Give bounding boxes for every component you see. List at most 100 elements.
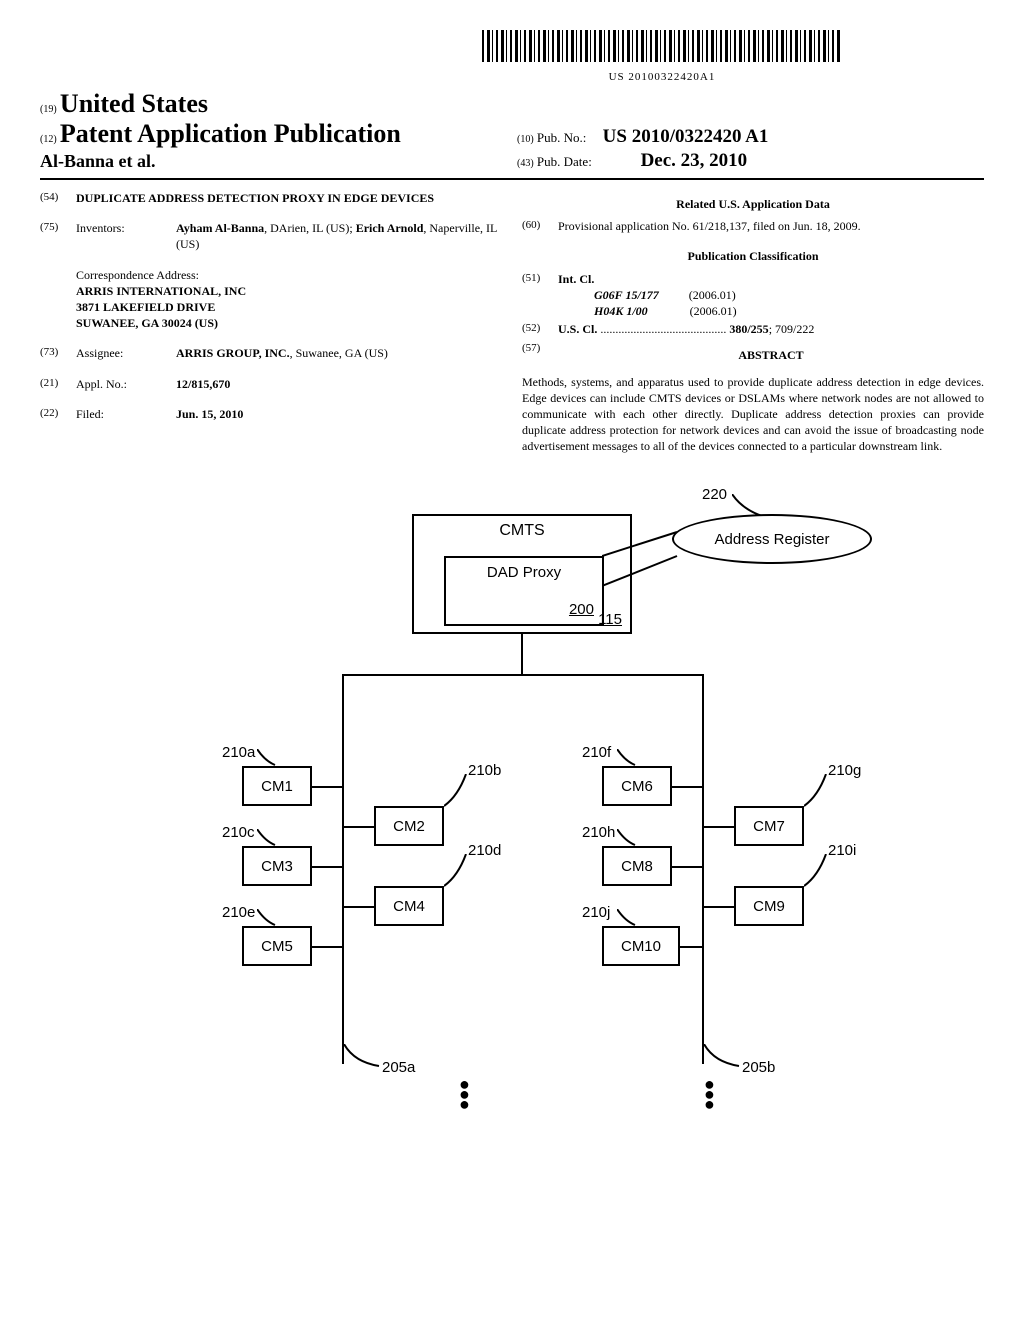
abstract-label: ABSTRACT (558, 347, 984, 363)
cm-box: CM10 (602, 926, 680, 966)
leader-line-icon (617, 909, 637, 927)
inventors-label: Inventors: (76, 220, 176, 252)
connector-line-icon (680, 946, 702, 948)
dad-label: DAD Proxy (452, 564, 596, 581)
inventors-value: Ayham Al-Banna, DArien, IL (US); Erich A… (176, 220, 502, 252)
cm-box: CM2 (374, 806, 444, 846)
filed-value: Jun. 15, 2010 (176, 407, 243, 421)
appl-label: Appl. No.: (76, 376, 176, 392)
title-code: (54) (40, 190, 76, 206)
appl-code: (21) (40, 376, 76, 392)
country-code: (19) (40, 104, 57, 115)
address-register-oval: Address Register (672, 514, 872, 564)
related-heading: Related U.S. Application Data (522, 196, 984, 212)
connector-line-icon (312, 786, 342, 788)
connector-line-icon (312, 866, 342, 868)
uscl-code: (52) (522, 321, 558, 337)
leader-line-icon (257, 829, 277, 847)
country-name: United States (60, 89, 208, 118)
connector-line-icon (602, 526, 682, 596)
connector-line-icon (521, 634, 523, 674)
leader-line-icon (344, 1044, 384, 1074)
dad-proxy-box: DAD Proxy 200 (444, 556, 604, 626)
intcl-code: (51) (522, 271, 558, 320)
cm-box: CM8 (602, 846, 672, 886)
cm-ref: 210a (222, 744, 255, 761)
cm-ref: 210i (828, 842, 856, 859)
leader-line-icon (444, 854, 468, 888)
leader-line-icon (617, 829, 637, 847)
patent-figure: 220 CMTS DAD Proxy 200 115 Address Regis… (152, 484, 872, 1124)
cm-box: CM9 (734, 886, 804, 926)
cmts-box: CMTS DAD Proxy 200 115 (412, 514, 632, 634)
leader-line-icon (257, 749, 277, 767)
biblio-left-col: (54) DUPLICATE ADDRESS DETECTION PROXY I… (40, 190, 502, 454)
cm-ref: 210h (582, 824, 615, 841)
leader-line-icon (617, 749, 637, 767)
intcl-2-ver: (2006.01) (690, 304, 737, 318)
filed-label: Filed: (76, 406, 176, 422)
connector-line-icon (704, 826, 734, 828)
cm-ref: 210b (468, 762, 501, 779)
cm-box: CM4 (374, 886, 444, 926)
bus-a-ref: 205a (382, 1059, 415, 1076)
authors: Al-Banna et al. (40, 151, 507, 172)
pub-date-code: (43) (517, 158, 534, 169)
patent-header: (19) United States (12) Patent Applicati… (40, 89, 984, 180)
leader-line-icon (804, 854, 828, 888)
connector-line-icon (672, 786, 702, 788)
appl-value: 12/815,670 (176, 377, 230, 391)
intcl-1-sym: G06F 15/177 (594, 288, 659, 302)
cm-ref: 210e (222, 904, 255, 921)
uscl-row: U.S. Cl. ...............................… (558, 321, 984, 337)
connector-line-icon (704, 906, 734, 908)
barcode-graphic (482, 30, 842, 62)
leader-line-icon (257, 909, 277, 927)
leader-line-icon (704, 1044, 744, 1074)
biblio-right-col: Related U.S. Application Data (60) Provi… (522, 190, 984, 454)
pub-type: Patent Application Publication (60, 119, 401, 148)
cm-box: CM5 (242, 926, 312, 966)
connector-line-icon (344, 906, 374, 908)
pub-no: US 2010/0322420 A1 (603, 126, 769, 147)
provisional-text: Provisional application No. 61/218,137, … (558, 218, 984, 234)
connector-line-icon (344, 826, 374, 828)
cm-box: CM6 (602, 766, 672, 806)
abstract-text: Methods, systems, and apparatus used to … (522, 374, 984, 455)
invention-title: DUPLICATE ADDRESS DETECTION PROXY IN EDG… (76, 190, 502, 206)
connector-line-icon (312, 946, 342, 948)
assignee-label: Assignee: (76, 345, 176, 361)
barcode-text: US 20100322420A1 (609, 71, 716, 83)
leader-line-icon (444, 774, 468, 808)
assignee-code: (73) (40, 345, 76, 361)
cm-box: CM3 (242, 846, 312, 886)
pub-no-code: (10) (517, 134, 534, 145)
intcl-2-sym: H04K 1/00 (594, 304, 648, 318)
cm-box: CM1 (242, 766, 312, 806)
bus-b-ref: 205b (742, 1059, 775, 1076)
cmts-ref: 115 (598, 611, 622, 628)
dad-ref: 200 (569, 601, 594, 618)
pub-date: Dec. 23, 2010 (641, 150, 748, 171)
pub-no-label: Pub. No.: (537, 130, 586, 145)
cm-ref: 210j (582, 904, 610, 921)
cm-ref: 210f (582, 744, 611, 761)
bus-a-line (342, 674, 344, 1064)
provisional-code: (60) (522, 218, 558, 234)
ellipsis-icon: ●●● (459, 1079, 470, 1109)
connector-line-icon (672, 866, 702, 868)
bus-b-line (702, 674, 704, 1064)
cm-ref: 210c (222, 824, 255, 841)
abstract-code: (57) (522, 341, 558, 369)
connector-line-icon (342, 674, 702, 676)
correspondence-address: Correspondence Address: ARRIS INTERNATIO… (76, 267, 502, 332)
cmts-label: CMTS (420, 522, 624, 540)
intcl-1-ver: (2006.01) (689, 288, 736, 302)
pub-type-code: (12) (40, 134, 57, 145)
classification-heading: Publication Classification (522, 248, 984, 264)
inventors-code: (75) (40, 220, 76, 252)
bibliographic-data: (54) DUPLICATE ADDRESS DETECTION PROXY I… (40, 190, 984, 454)
assignee-value: ARRIS GROUP, INC., Suwanee, GA (US) (176, 345, 502, 361)
intcl-label: Int. Cl. (558, 272, 594, 286)
ellipsis-icon: ●●● (704, 1079, 715, 1109)
